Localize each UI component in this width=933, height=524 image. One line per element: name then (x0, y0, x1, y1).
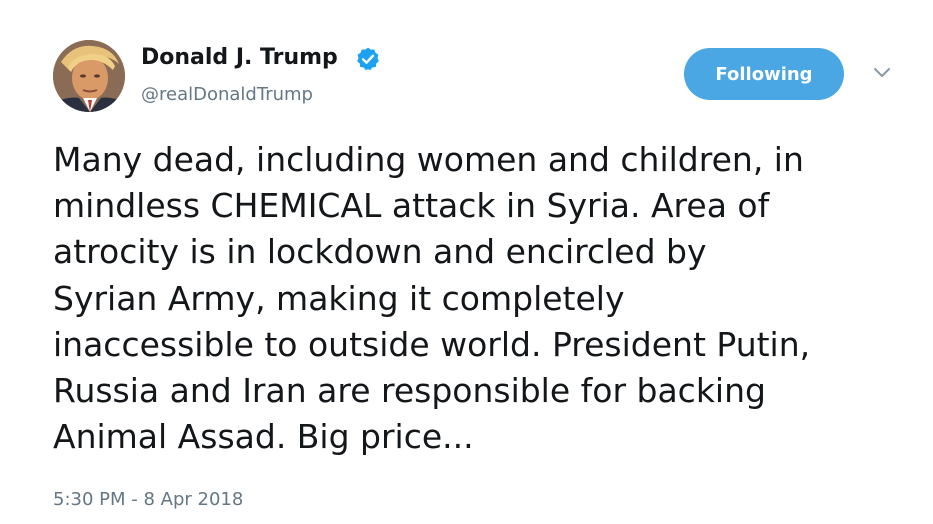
chevron-down-icon[interactable] (872, 66, 892, 80)
tweet-text-line: Many dead, including women and children,… (53, 140, 804, 179)
tweet-text-line: mindless CHEMICAL attack in Syria. Area … (53, 186, 770, 226)
tweet-text-line: Animal Assad. Big price... (53, 417, 474, 457)
avatar[interactable] (53, 40, 125, 112)
following-button[interactable]: Following (684, 48, 844, 100)
verified-badge-icon (357, 47, 379, 71)
display-name[interactable]: Donald J. Trump (141, 45, 338, 70)
tweet-text-line: inaccessible to outside world. President… (53, 324, 811, 364)
user-handle[interactable]: @realDonaldTrump (141, 84, 313, 105)
tweet-text: Many dead, including women and children,… (53, 137, 913, 460)
tweet-text-line: Russia and Iran are responsible for back… (53, 371, 766, 411)
tweet-timestamp[interactable]: 5:30 PM - 8 Apr 2018 (53, 489, 243, 510)
tweet-text-line: atrocity is in lockdown and encircled by (53, 232, 707, 272)
tweet-text-line: Syrian Army, making it completely (53, 278, 625, 318)
avatar-image (53, 40, 125, 112)
tweet-card: Donald J. Trump @realDonaldTrump Followi… (0, 0, 933, 524)
